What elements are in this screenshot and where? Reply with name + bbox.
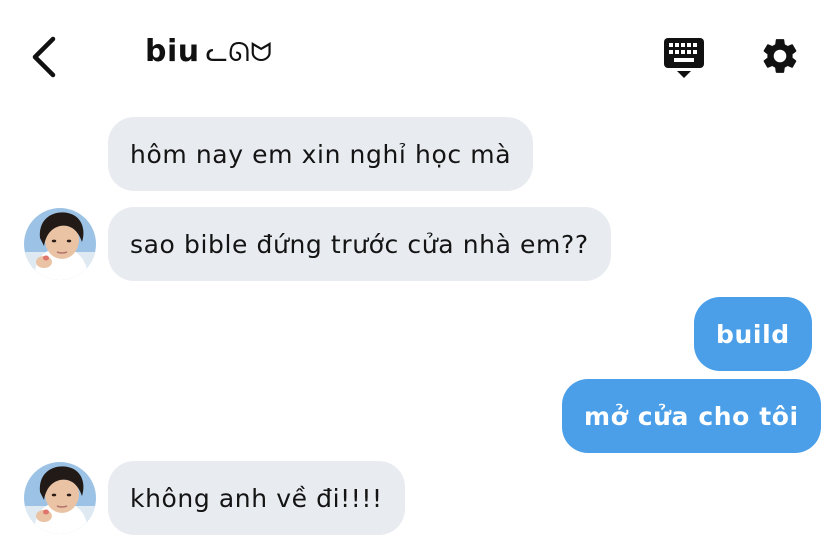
- message-text: không anh về đi!!!!: [130, 483, 383, 513]
- back-button[interactable]: [22, 34, 66, 80]
- avatar[interactable]: [24, 462, 96, 534]
- message-text: sao bible đứng trước cửa nhà em??: [130, 229, 589, 259]
- message-bubble-incoming[interactable]: sao bible đứng trước cửa nhà em??: [108, 207, 611, 281]
- message-text: mở cửa cho tôi: [584, 401, 799, 431]
- avatar-image: [24, 208, 96, 280]
- keyboard-button[interactable]: [660, 34, 708, 82]
- contact-name: biu: [145, 34, 200, 69]
- message-bubble-outgoing[interactable]: mở cửa cho tôi: [562, 379, 821, 453]
- message-bubble-incoming[interactable]: không anh về đi!!!!: [108, 461, 405, 535]
- avatar-image: [24, 462, 96, 534]
- chat-header: biu ᓚᘏᗢ: [0, 0, 828, 110]
- avatar[interactable]: [24, 208, 96, 280]
- gear-icon: [763, 39, 797, 73]
- message-bubble-outgoing[interactable]: build: [694, 297, 812, 371]
- settings-button[interactable]: [756, 32, 804, 80]
- message-bubble-incoming[interactable]: hôm nay em xin nghỉ học mà: [108, 117, 534, 191]
- message-text: build: [716, 319, 790, 349]
- message-text: hôm nay em xin nghỉ học mà: [130, 139, 512, 169]
- page-title: biu ᓚᘏᗢ: [145, 34, 272, 69]
- keyboard-icon: [664, 38, 704, 78]
- contact-name-emoji: ᓚᘏᗢ: [205, 38, 273, 68]
- chevron-left-icon: [32, 36, 56, 78]
